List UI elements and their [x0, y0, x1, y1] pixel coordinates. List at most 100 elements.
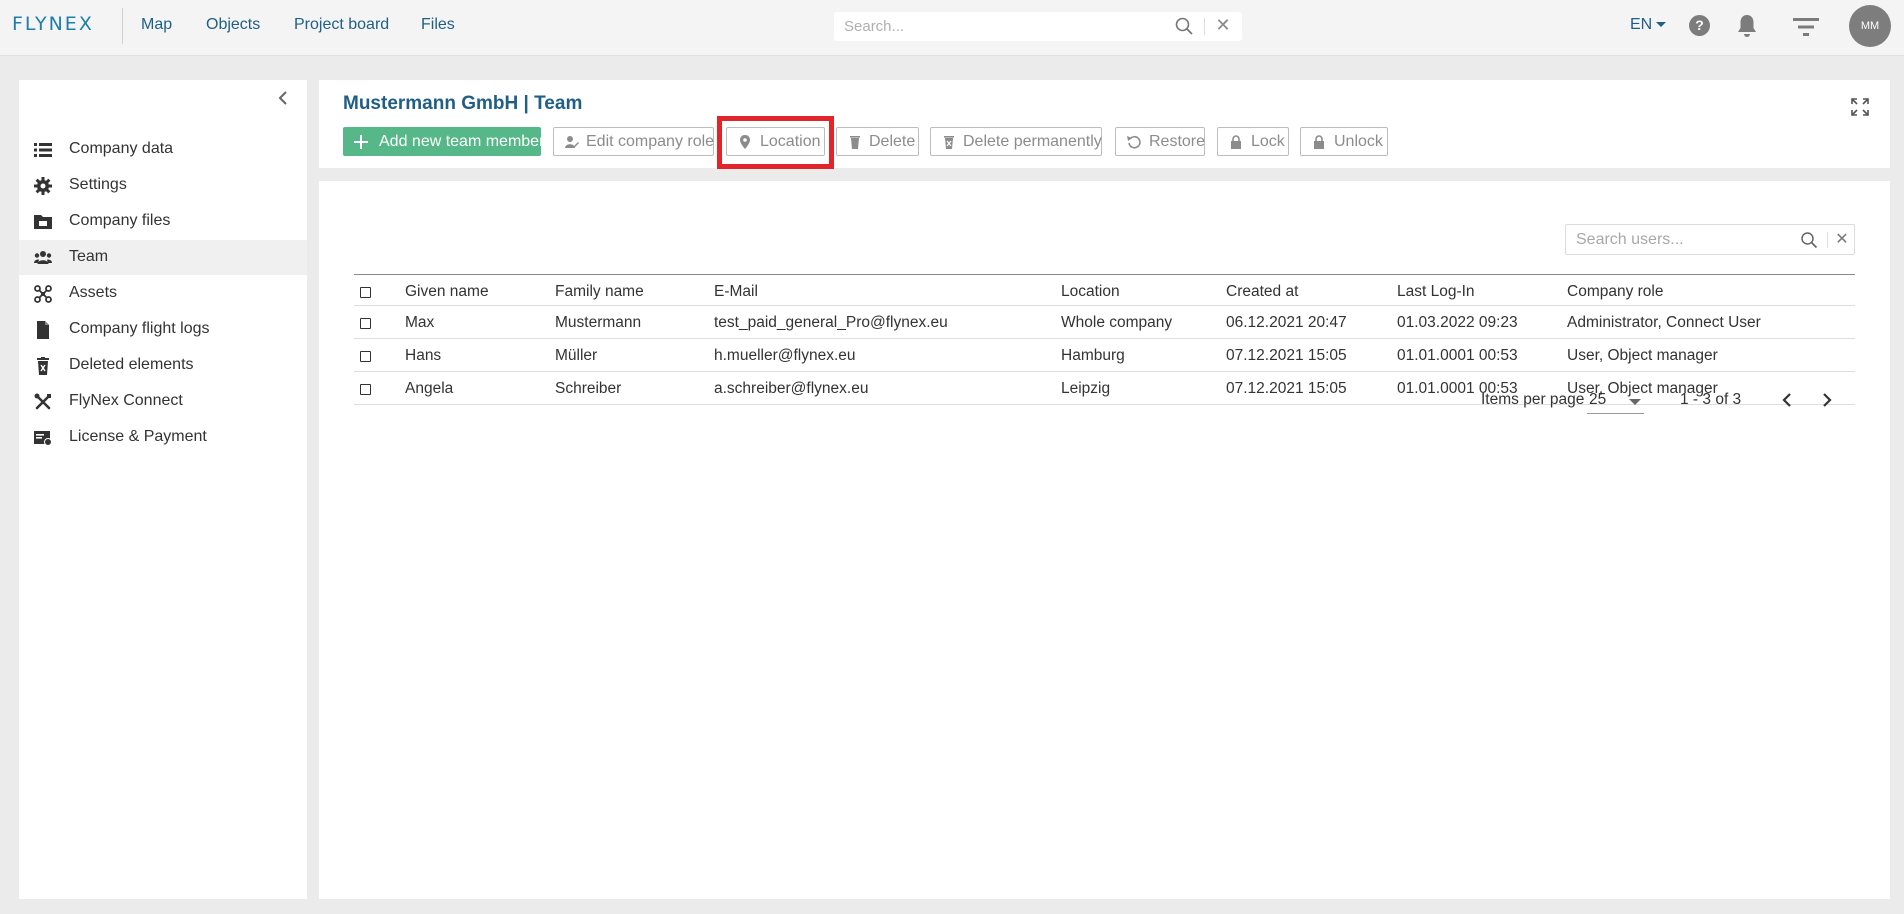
sidebar-item-deleted-elements[interactable]: Deleted elements — [19, 348, 307, 383]
previous-page-button[interactable] — [1775, 388, 1799, 412]
row-checkbox[interactable] — [360, 384, 371, 395]
cell-location: Hamburg — [1061, 347, 1125, 364]
cell-created-at: 06.12.2021 20:47 — [1226, 314, 1347, 331]
column-header-created-at[interactable]: Created at — [1226, 283, 1298, 301]
sidebar-item-label: FlyNex Connect — [69, 392, 183, 409]
folder-icon — [34, 215, 52, 229]
sidebar-item-team[interactable]: Team — [19, 240, 307, 275]
column-header-email[interactable]: E-Mail — [714, 283, 758, 301]
map-pin-icon — [740, 135, 750, 149]
page-title: Mustermann GmbH | Team — [343, 93, 583, 114]
table-row[interactable]: Max Mustermann test_paid_general_Pro@fly… — [354, 306, 1855, 339]
cell-created-at: 07.12.2021 15:05 — [1226, 347, 1347, 364]
sidebar: Company data Settings Company files Team… — [19, 80, 307, 899]
column-header-location[interactable]: Location — [1061, 283, 1120, 301]
sidebar-item-label: Deleted elements — [69, 356, 194, 373]
cell-location: Leipzig — [1061, 380, 1111, 397]
file-icon — [37, 321, 49, 339]
avatar[interactable]: MM — [1849, 5, 1891, 47]
drone-icon — [34, 285, 52, 303]
search-separator — [1827, 232, 1828, 248]
cell-last-login: 01.01.0001 00:53 — [1397, 347, 1518, 364]
sidebar-item-label: Company flight logs — [69, 320, 210, 337]
items-per-page-label: Items per page — [1481, 391, 1585, 408]
global-search-input[interactable] — [844, 16, 1164, 37]
sidebar-item-settings[interactable]: Settings — [19, 168, 307, 203]
clear-search-icon[interactable]: ✕ — [1214, 15, 1232, 35]
unlock-icon — [1314, 135, 1324, 149]
user-edit-icon — [565, 136, 579, 148]
user-search: ✕ — [1565, 224, 1855, 255]
search-separator — [1204, 18, 1205, 35]
add-team-member-label: Add new team member — [379, 133, 545, 150]
sidebar-item-assets[interactable]: Assets — [19, 276, 307, 311]
language-selector[interactable]: EN — [1630, 16, 1667, 34]
team-users-panel: ✕ Given name Family name E-Mail Location… — [319, 181, 1890, 899]
user-search-input[interactable] — [1576, 230, 1796, 250]
restore-button[interactable]: Restore — [1115, 127, 1205, 156]
sidebar-item-company-data[interactable]: Company data — [19, 132, 307, 167]
column-header-given-name[interactable]: Given name — [405, 283, 489, 301]
chevron-left-icon[interactable] — [275, 88, 291, 108]
sidebar-item-label: License & Payment — [69, 428, 207, 445]
team-header: Mustermann GmbH | Team Add new team memb… — [319, 80, 1890, 168]
select-all-checkbox[interactable] — [360, 287, 371, 298]
location-label: Location — [760, 133, 821, 150]
bell-icon[interactable] — [1735, 13, 1759, 39]
sidebar-item-flynex-connect[interactable]: FlyNex Connect — [19, 384, 307, 419]
lock-label: Lock — [1251, 133, 1285, 150]
delete-label: Delete — [869, 133, 916, 150]
column-header-family-name[interactable]: Family name — [555, 283, 644, 301]
filter-icon[interactable] — [1792, 15, 1820, 39]
edit-company-role-button[interactable]: Edit company role — [553, 127, 714, 156]
nav-project-board[interactable]: Project board — [294, 16, 389, 34]
cell-company-role: User, Object manager — [1567, 347, 1718, 364]
language-label: EN — [1630, 16, 1653, 33]
column-header-last-login[interactable]: Last Log-In — [1397, 283, 1475, 301]
nav-map[interactable]: Map — [141, 16, 172, 34]
sidebar-item-label: Company files — [69, 212, 171, 229]
chevron-down-icon — [1656, 22, 1667, 28]
list-icon — [34, 143, 52, 157]
lock-button[interactable]: Lock — [1217, 127, 1289, 156]
cell-given-name: Max — [405, 314, 435, 331]
cell-email: h.mueller@flynex.eu — [714, 347, 856, 364]
chevron-down-icon — [1629, 399, 1641, 405]
logo-divider — [122, 8, 123, 44]
nav-objects[interactable]: Objects — [206, 16, 260, 34]
flynex-logo[interactable]: FLYNEX — [12, 13, 94, 35]
sidebar-item-company-files[interactable]: Company files — [19, 204, 307, 239]
delete-permanently-button[interactable]: Delete permanently — [930, 127, 1102, 156]
cell-location: Whole company — [1061, 314, 1173, 331]
cell-family-name: Mustermann — [555, 314, 642, 331]
sidebar-item-label: Company data — [69, 140, 174, 157]
global-search: ✕ — [834, 12, 1242, 41]
row-checkbox[interactable] — [360, 351, 371, 362]
column-header-company-role[interactable]: Company role — [1567, 283, 1664, 301]
search-icon[interactable] — [1800, 231, 1818, 249]
cell-email: a.schreiber@flynex.eu — [714, 380, 869, 397]
items-per-page-select[interactable]: 25 — [1587, 389, 1644, 414]
delete-button[interactable]: Delete — [836, 127, 919, 156]
fullscreen-icon[interactable] — [1851, 98, 1869, 116]
edit-company-role-label: Edit company role — [586, 133, 715, 150]
row-checkbox[interactable] — [360, 318, 371, 329]
sidebar-item-company-flight-logs[interactable]: Company flight logs — [19, 312, 307, 347]
top-bar: FLYNEX Map Objects Project board Files ✕… — [0, 0, 1904, 56]
cell-email: test_paid_general_Pro@flynex.eu — [714, 314, 948, 331]
cell-given-name: Angela — [405, 380, 454, 397]
delete-permanently-label: Delete permanently — [963, 133, 1102, 150]
unlock-label: Unlock — [1334, 133, 1383, 150]
search-icon[interactable] — [1174, 16, 1194, 36]
table-row[interactable]: Hans Müller h.mueller@flynex.eu Hamburg … — [354, 339, 1855, 372]
table-header-row: Given name Family name E-Mail Location C… — [354, 274, 1855, 306]
license-icon — [34, 431, 52, 446]
help-icon[interactable]: ? — [1689, 15, 1710, 36]
unlock-button[interactable]: Unlock — [1300, 127, 1388, 156]
nav-files[interactable]: Files — [421, 16, 455, 34]
next-page-button[interactable] — [1815, 388, 1839, 412]
clear-search-icon[interactable]: ✕ — [1834, 230, 1850, 250]
sidebar-item-license-payment[interactable]: License & Payment — [19, 420, 307, 455]
location-button[interactable]: Location — [726, 127, 825, 156]
add-team-member-button[interactable]: Add new team member — [343, 127, 545, 156]
